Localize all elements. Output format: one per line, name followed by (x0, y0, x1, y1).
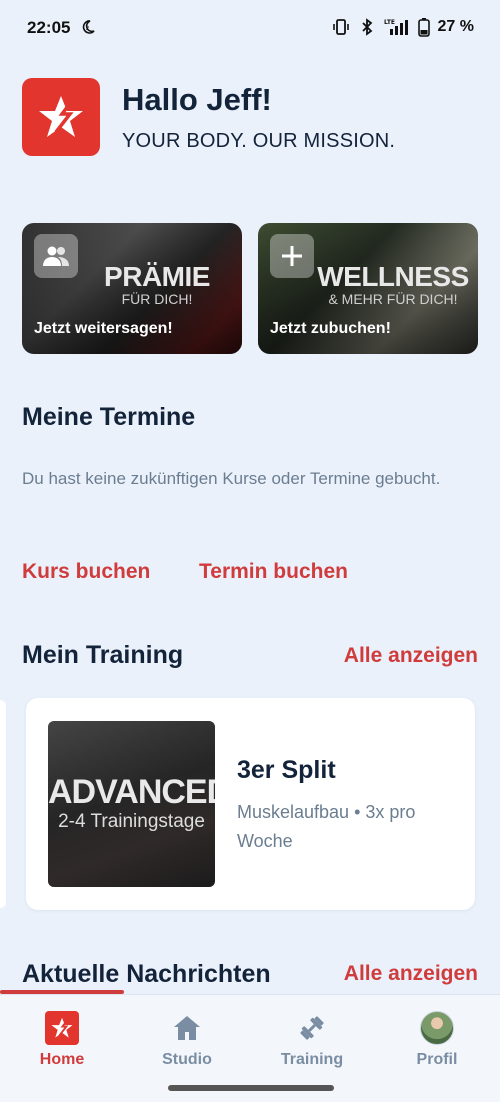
house-icon (170, 1011, 204, 1045)
do-not-disturb-icon: z (82, 20, 95, 34)
nav-label: Home (39, 1051, 85, 1068)
training-plan-card[interactable]: ADVANCED 2-4 Trainingstage 3er Split Mus… (26, 698, 475, 910)
promo-subtitle: & MEHR FÜR DICH! (328, 291, 458, 307)
previous-card-edge[interactable] (0, 700, 6, 908)
nav-profile[interactable]: Profil (387, 1011, 487, 1069)
status-bar: 22:05 z LTE 27 % (0, 0, 500, 56)
promo-card-referral[interactable]: PRÄMIE FÜR DICH! Jetzt weitersagen! (22, 223, 242, 354)
svg-text:z: z (86, 25, 89, 32)
bluetooth-icon (361, 18, 372, 36)
app-logo (22, 78, 100, 156)
training-show-all-link[interactable]: Alle anzeigen (344, 644, 478, 668)
promo-cta: Jetzt zubuchen! (270, 320, 391, 337)
dumbbell-icon (295, 1011, 329, 1045)
nav-training[interactable]: Training (262, 1011, 362, 1069)
tagline: YOUR BODY. OUR MISSION. (122, 130, 396, 152)
greeting-title: Hallo Jeff! (122, 82, 272, 117)
avatar (420, 1011, 454, 1045)
nav-home[interactable]: Home (12, 1011, 112, 1069)
training-plan-description: Muskelaufbau • 3x pro Woche (237, 802, 416, 851)
thumbnail-subtitle: 2-4 Trainingstage (58, 811, 205, 832)
thumbnail-title: ADVANCED (48, 773, 215, 811)
battery-icon (417, 18, 430, 37)
promo-subtitle: FÜR DICH! (121, 291, 193, 307)
training-heading: Mein Training (22, 641, 184, 669)
vibrate-icon (332, 19, 349, 35)
training-plan-name: 3er Split (237, 756, 336, 784)
promo-card-wellness[interactable]: WELLNESS & MEHR FÜR DICH! Jetzt zubuchen… (258, 223, 478, 354)
star-logo-icon (39, 96, 83, 137)
news-heading: Aktuelle Nachrichten (22, 960, 271, 988)
book-course-link[interactable]: Kurs buchen (22, 560, 150, 584)
promo-title: WELLNESS (317, 261, 469, 292)
book-appointment-link[interactable]: Termin buchen (199, 560, 348, 584)
appointments-heading: Meine Termine (22, 403, 196, 431)
appointments-empty-text: Du hast keine zukünftigen Kurse oder Ter… (22, 469, 441, 488)
gesture-home-indicator[interactable] (168, 1085, 334, 1091)
nav-studio[interactable]: Studio (137, 1011, 237, 1069)
promo-title: PRÄMIE (104, 261, 210, 292)
signal-lte-icon: LTE (384, 19, 408, 35)
news-show-all-link[interactable]: Alle anzeigen (344, 962, 478, 986)
nav-label: Profil (416, 1051, 458, 1068)
svg-text:LTE: LTE (384, 19, 395, 26)
home-logo-icon (45, 1011, 79, 1045)
training-plan-thumbnail: ADVANCED 2-4 Trainingstage (48, 721, 215, 887)
battery-percent: 27 % (437, 18, 474, 35)
promo-cta: Jetzt weitersagen! (34, 320, 173, 337)
status-time: 22:05 (27, 18, 71, 37)
nav-label: Studio (162, 1051, 212, 1068)
nav-label: Training (280, 1051, 344, 1068)
